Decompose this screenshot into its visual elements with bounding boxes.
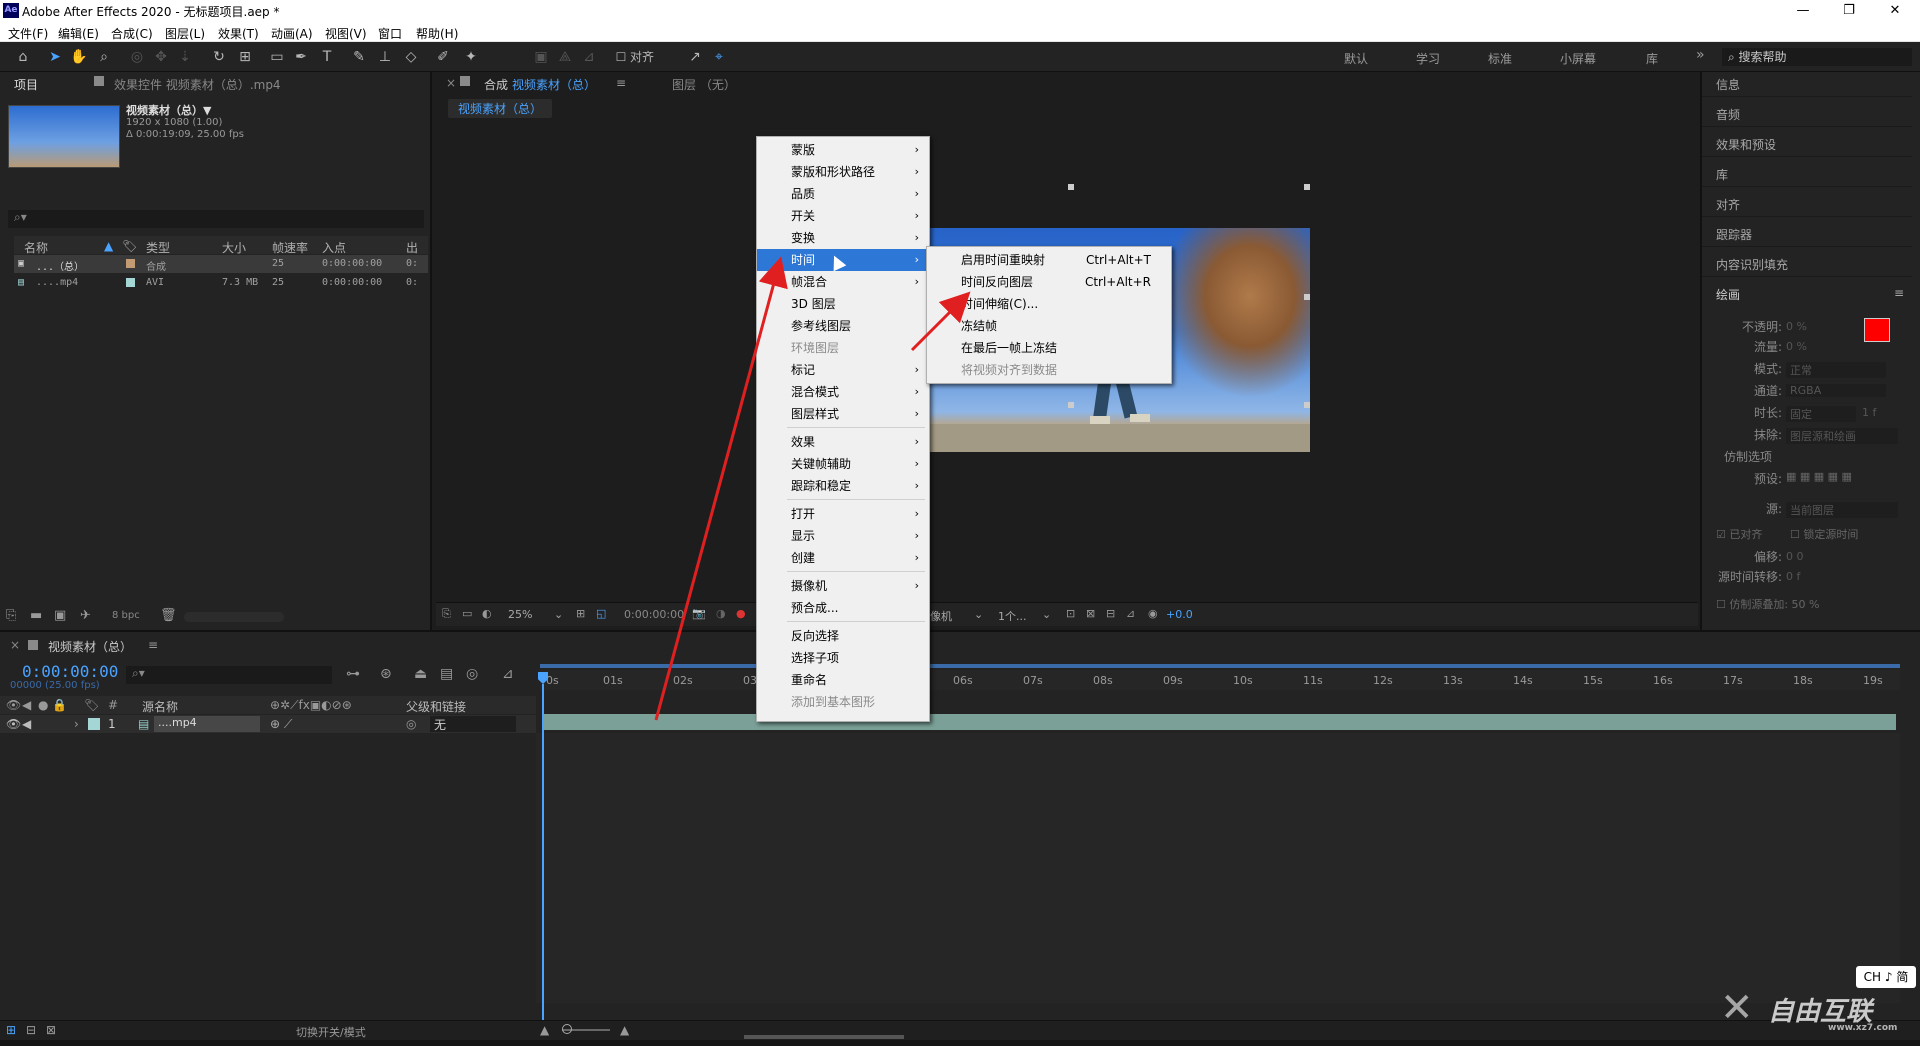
watermark-logo: ✕ 自由互联 www.xz7.com: [1720, 985, 1920, 1035]
annotation-arrow-to-time-menu: [654, 256, 788, 721]
annotation-arrow-to-reverse-layer: [910, 291, 971, 352]
watermark-x-icon: ✕: [1720, 985, 1754, 1031]
annotation-arrows: [654, 256, 971, 721]
watermark-url: www.xz7.com: [1828, 1023, 1898, 1033]
